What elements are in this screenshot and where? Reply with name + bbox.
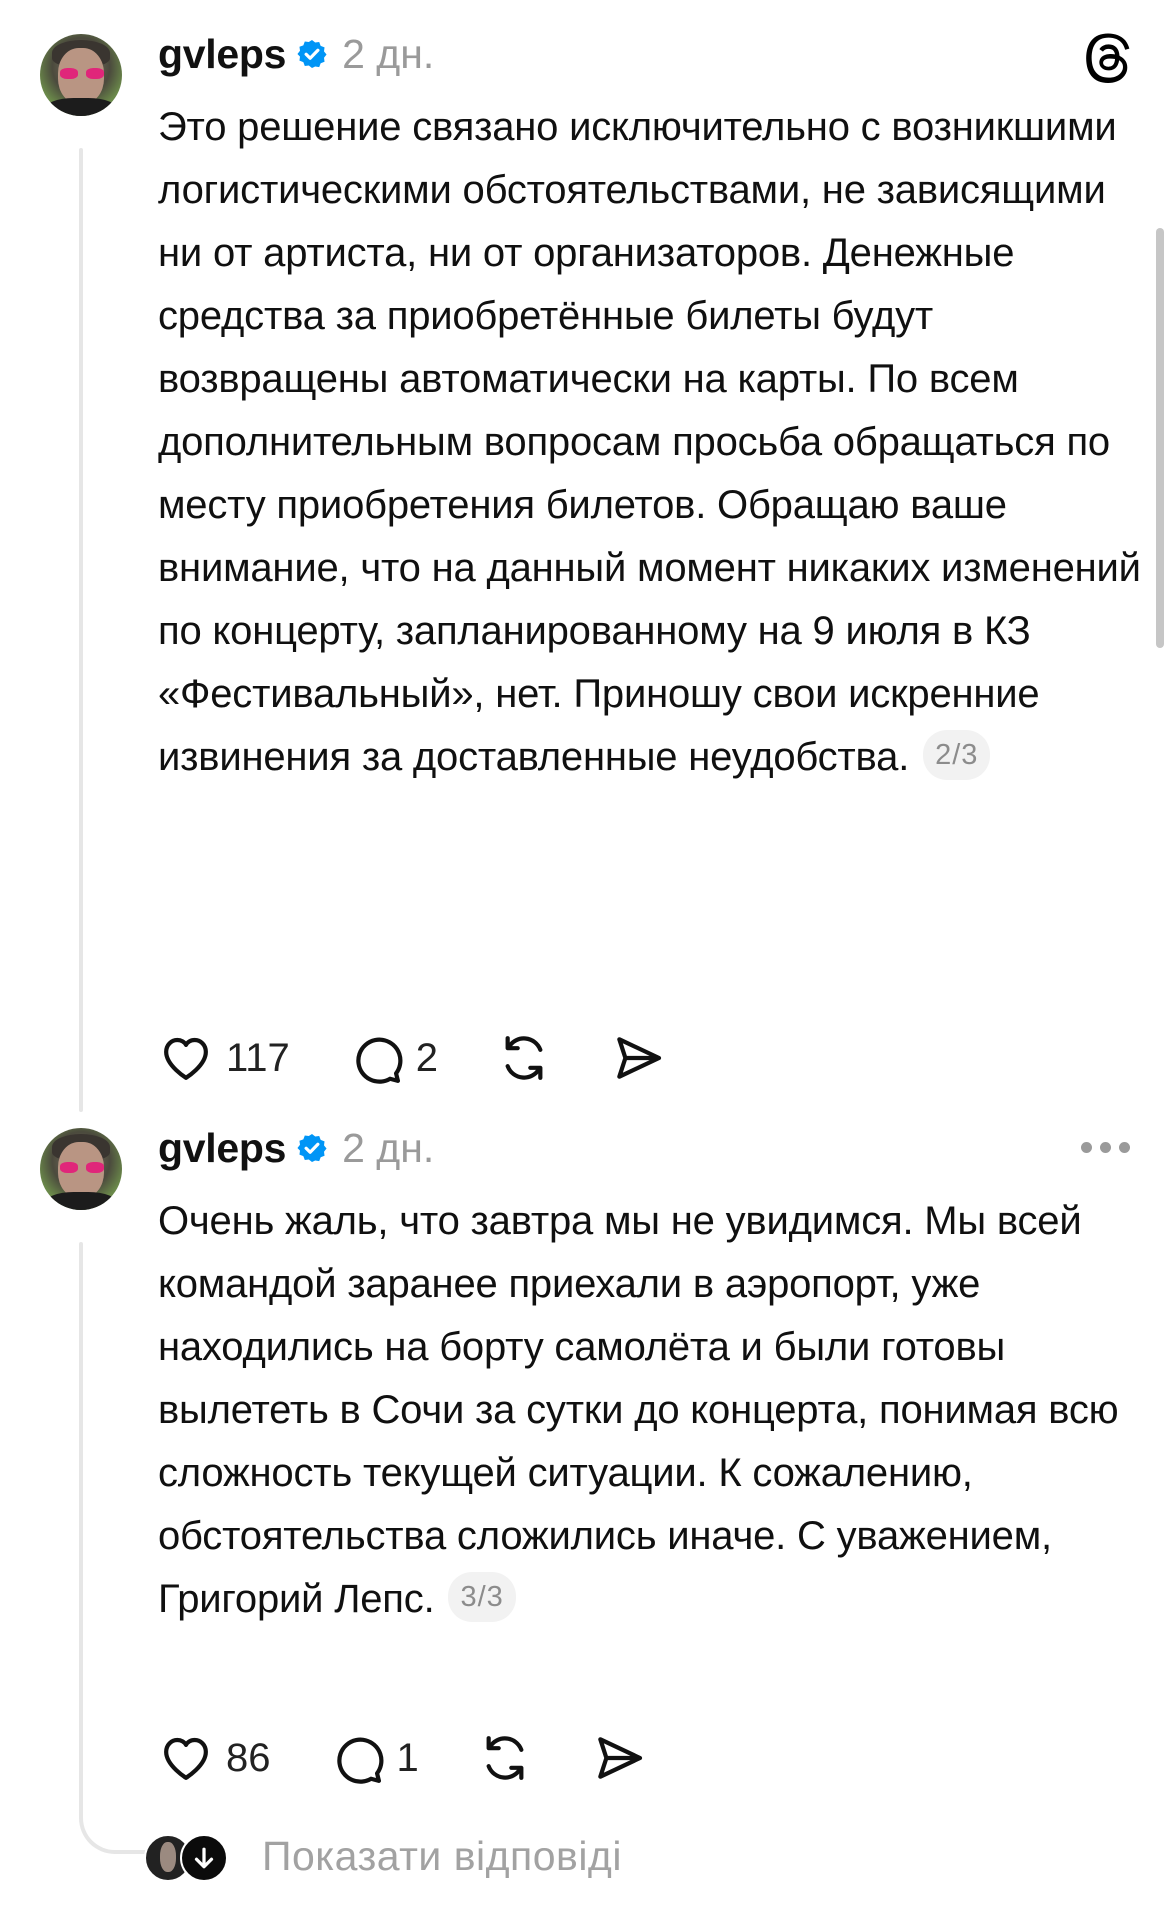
scrollbar[interactable]	[1156, 228, 1164, 648]
post-body: Это решение связано исключительно с возн…	[158, 105, 1141, 779]
share-button[interactable]	[610, 1030, 666, 1086]
comment-count: 2	[415, 1035, 439, 1080]
repost-icon	[486, 1736, 524, 1780]
post-actions: 117 2	[158, 1028, 724, 1088]
avatar[interactable]	[40, 1128, 122, 1210]
post-time: 2 дн.	[342, 1124, 435, 1171]
more-icon[interactable]	[1081, 1142, 1130, 1153]
show-replies-button[interactable]: Показати відповіді	[144, 1826, 622, 1886]
thread-line	[79, 1242, 83, 1792]
like-button[interactable]: 86	[158, 1730, 271, 1786]
comment-icon	[336, 1737, 383, 1784]
thread-pager: 2/3	[923, 730, 991, 780]
show-replies-label[interactable]: Показати відповіді	[262, 1833, 622, 1880]
share-icon	[617, 1037, 662, 1079]
post-header: gvleps 2 дн.	[158, 1118, 434, 1178]
repost-button[interactable]	[496, 1030, 552, 1086]
share-icon	[597, 1737, 642, 1779]
reply-avatars	[144, 1832, 234, 1882]
comment-count: 1	[396, 1735, 419, 1780]
threads-logo-icon[interactable]	[1082, 32, 1134, 84]
post-body: Очень жаль, что завтра мы не увидимся. М…	[158, 1199, 1119, 1621]
verified-icon	[297, 1134, 327, 1162]
post-header: gvleps 2 дн.	[158, 24, 434, 84]
repost-button[interactable]	[477, 1730, 533, 1786]
comment-icon	[356, 1037, 403, 1084]
avatar[interactable]	[40, 34, 122, 116]
post-text: Это решение связано исключительно с возн…	[158, 96, 1143, 789]
username[interactable]: gvleps	[158, 1125, 286, 1172]
post-text: Очень жаль, что завтра мы не увидимся. М…	[158, 1190, 1143, 1631]
like-count: 86	[226, 1735, 271, 1780]
thread-line	[79, 148, 83, 1112]
username[interactable]: gvleps	[158, 31, 286, 78]
post-time: 2 дн.	[342, 30, 435, 77]
share-button[interactable]	[591, 1730, 647, 1786]
verified-icon	[297, 40, 327, 68]
heart-icon	[164, 1037, 208, 1080]
comment-button[interactable]: 1	[329, 1730, 419, 1786]
post-actions: 86 1	[158, 1728, 705, 1788]
like-count: 117	[226, 1035, 290, 1080]
thread-pager: 3/3	[448, 1572, 516, 1622]
heart-icon	[164, 1737, 208, 1780]
arrow-down-icon	[180, 1834, 228, 1882]
like-button[interactable]: 117	[158, 1030, 290, 1086]
repost-icon	[505, 1036, 543, 1080]
comment-button[interactable]: 2	[348, 1030, 438, 1086]
